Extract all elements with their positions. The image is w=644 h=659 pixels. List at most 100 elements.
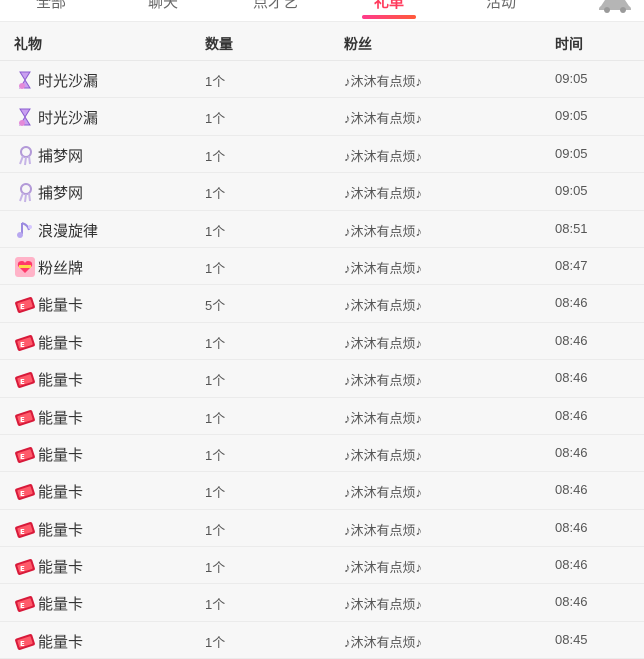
svg-text:E: E [20,602,25,610]
table-row: 浪漫旋律 1个 ♪沐沐有点烦♪ 08:51 [0,210,644,248]
svg-text:E: E [20,490,25,498]
table-row: E 能量卡 1个 ♪沐沐有点烦♪ 08:46 [0,584,644,622]
tab-gift-list[interactable]: 礼单 [374,0,404,12]
gift-quantity: 1个 [205,111,226,127]
melody-gift-icon [14,219,36,241]
fan-name[interactable]: ♪沐沐有点烦♪ [344,370,422,389]
energy-card-gift-icon: E [14,630,36,652]
energy-card-gift-icon: E [14,293,36,315]
gift-name: 能量卡 [38,559,84,577]
fan-name[interactable]: ♪沐沐有点烦♪ [344,295,422,314]
tab-chat[interactable]: 聊天 [148,0,178,12]
gift-time: 08:46 [555,407,588,423]
gift-name: 粉丝牌 [38,259,84,277]
gift-name: 捕梦网 [38,147,84,165]
table-row: E 能量卡 5个 ♪沐沐有点烦♪ 08:46 [0,285,644,323]
fan-name[interactable]: ♪沐沐有点烦♪ [344,482,422,501]
energy-card-gift-icon: E [14,406,36,428]
gift-time: 08:46 [555,295,588,311]
hourglass-gift-icon [14,69,36,91]
table-row: E 能量卡 1个 ♪沐沐有点烦♪ 08:46 [0,547,644,585]
fan-name[interactable]: ♪沐沐有点烦♪ [344,557,422,576]
gift-quantity: 1个 [205,335,226,351]
tab-all[interactable]: 全部 [36,0,66,12]
tab-events[interactable]: 活动 [486,0,516,12]
gift-time: 08:47 [555,257,588,273]
table-row: E 能量卡 1个 ♪沐沐有点烦♪ 08:46 [0,360,644,398]
gift-quantity: 1个 [205,373,226,389]
car-icon[interactable] [598,0,632,14]
gift-quantity: 1个 [205,447,226,463]
gift-time: 08:51 [555,220,588,236]
gift-quantity: 1个 [205,522,226,538]
fan-name[interactable]: ♪沐沐有点烦♪ [344,108,422,127]
energy-card-gift-icon: E [14,331,36,353]
gift-quantity: 1个 [205,148,226,164]
gift-name: 能量卡 [38,372,84,390]
header-fan: 粉丝 [344,36,372,52]
energy-card-gift-icon: E [14,480,36,502]
gift-name: 能量卡 [38,297,84,315]
gift-name: 能量卡 [38,521,84,539]
gift-quantity: 1个 [205,74,226,89]
gift-quantity: 1个 [205,597,226,613]
gift-name: 能量卡 [38,484,84,502]
gift-time: 08:46 [555,519,588,535]
header-quantity: 数量 [205,36,233,52]
svg-text:E: E [20,528,25,536]
fan-name[interactable]: ♪沐沐有点烦♪ [344,258,422,277]
fan-name[interactable]: ♪沐沐有点烦♪ [344,445,422,464]
energy-card-gift-icon: E [14,518,36,540]
gift-quantity: 1个 [205,186,226,202]
gift-quantity: 1个 [205,485,226,501]
active-tab-indicator [362,15,416,19]
header-time: 时间 [555,36,583,52]
gift-time: 08:46 [555,482,588,498]
fan-name[interactable]: ♪沐沐有点烦♪ [344,594,422,613]
gift-quantity: 1个 [205,410,226,426]
table-row: E 能量卡 1个 ♪沐沐有点烦♪ 08:46 [0,397,644,435]
svg-text:E: E [20,640,25,648]
gift-name: 能量卡 [38,446,84,464]
gift-name: 时光沙漏 [38,73,99,90]
gift-name: 能量卡 [38,633,84,651]
header-gift: 礼物 [14,36,42,52]
fan-name[interactable]: ♪沐沐有点烦♪ [344,146,422,165]
svg-text:E: E [20,416,25,424]
tab-talent[interactable]: 点才艺 [253,0,298,12]
fan-name[interactable]: ♪沐沐有点烦♪ [344,520,422,539]
gift-name: 捕梦网 [38,185,84,203]
svg-text:E: E [20,303,25,311]
gift-name: 能量卡 [38,409,84,427]
table-row: E 能量卡 1个 ♪沐沐有点烦♪ 08:46 [0,322,644,361]
gift-time: 09:05 [555,145,588,161]
fan-name[interactable]: ♪沐沐有点烦♪ [344,71,422,90]
gift-time: 08:46 [555,332,588,348]
gift-quantity: 1个 [205,260,226,276]
energy-card-gift-icon: E [14,592,36,614]
table-body: 时光沙漏 1个 ♪沐沐有点烦♪ 09:05 时光沙漏 1个 ♪沐沐有点烦♪ 09:05 捕梦网 1… [0,61,644,659]
gift-quantity: 1个 [205,223,226,239]
table-row: E 能量卡 1个 ♪沐沐有点烦♪ 08:46 [0,472,644,510]
gift-time: 08:46 [555,594,588,610]
gift-name: 浪漫旋律 [38,222,99,240]
table-row: E 能量卡 1个 ♪沐沐有点烦♪ 08:46 [0,509,644,548]
fan-badge-gift-icon [14,256,36,278]
gift-time: 09:05 [555,108,588,124]
fan-name[interactable]: ♪沐沐有点烦♪ [344,333,422,352]
fan-name[interactable]: ♪沐沐有点烦♪ [344,183,422,202]
gift-quantity: 1个 [205,634,226,650]
fan-name[interactable]: ♪沐沐有点烦♪ [344,408,422,427]
energy-card-gift-icon: E [14,368,36,390]
gift-time: 08:46 [555,557,588,573]
gift-time: 08:46 [555,370,588,386]
fan-name[interactable]: ♪沐沐有点烦♪ [344,632,422,651]
table-row: 粉丝牌 1个 ♪沐沐有点烦♪ 08:47 [0,247,644,286]
gift-time: 09:05 [555,71,588,86]
svg-text:E: E [20,453,25,461]
table-row: 时光沙漏 1个 ♪沐沐有点烦♪ 09:05 [0,61,644,99]
fan-name[interactable]: ♪沐沐有点烦♪ [344,221,422,240]
gift-quantity: 1个 [205,560,226,576]
table-row: E 能量卡 1个 ♪沐沐有点烦♪ 08:46 [0,434,644,473]
gift-time: 08:46 [555,444,588,460]
